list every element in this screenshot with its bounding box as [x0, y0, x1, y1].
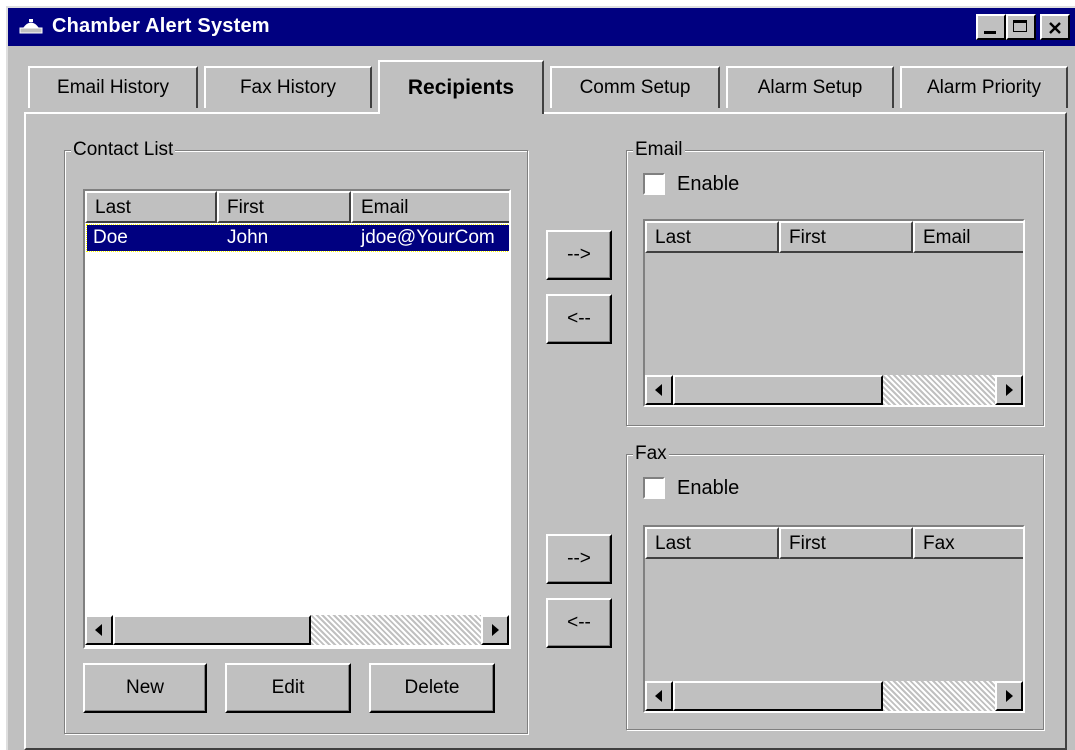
email-group: Email Enable Last First Email	[626, 139, 1044, 426]
tab-alarm-priority[interactable]: Alarm Priority	[900, 66, 1068, 108]
column-header-label: Last	[95, 197, 131, 218]
tab-comm-setup[interactable]: Comm Setup	[550, 66, 720, 108]
column-header-email[interactable]: Email	[913, 221, 1023, 253]
scroll-left-button[interactable]	[645, 681, 673, 711]
tab-fax-history[interactable]: Fax History	[204, 66, 372, 108]
column-header-label: First	[789, 533, 826, 554]
contact-list-legend: Contact List	[71, 139, 176, 161]
column-header-first[interactable]: First	[779, 221, 913, 253]
column-header-label: Last	[655, 533, 691, 554]
tab-label: Alarm Setup	[757, 77, 863, 98]
scroll-thumb[interactable]	[673, 681, 883, 711]
edit-button[interactable]: Edit	[225, 663, 351, 713]
button-label: <--	[567, 612, 591, 633]
column-header-first[interactable]: First	[779, 527, 913, 559]
tab-email-history[interactable]: Email History	[28, 66, 198, 108]
column-header-label: Last	[655, 227, 691, 248]
title-bar[interactable]: Chamber Alert System	[8, 8, 1075, 46]
email-enable-checkbox[interactable]	[643, 173, 665, 195]
column-header-label: Email	[923, 227, 971, 248]
close-icon	[1049, 22, 1061, 34]
email-legend: Email	[633, 139, 685, 161]
new-button[interactable]: New	[83, 663, 207, 713]
fax-group: Fax Enable Last First Fax	[626, 443, 1044, 730]
scroll-right-button[interactable]	[481, 615, 509, 645]
delete-button[interactable]: Delete	[369, 663, 495, 713]
fax-list-hscrollbar[interactable]	[645, 681, 1023, 711]
fax-enable-label[interactable]: Enable	[677, 476, 739, 500]
button-label: Edit	[271, 677, 305, 698]
arrow-right-icon	[1006, 690, 1013, 702]
column-header-label: Email	[361, 197, 409, 218]
column-header-label: First	[789, 227, 826, 248]
minimize-button[interactable]	[976, 14, 1006, 40]
button-label: -->	[567, 548, 591, 569]
scroll-thumb[interactable]	[673, 375, 883, 405]
column-header-last[interactable]: Last	[645, 527, 779, 559]
cell-last: Doe	[93, 227, 128, 248]
fax-legend: Fax	[633, 443, 669, 465]
email-enable-label[interactable]: Enable	[677, 172, 739, 196]
arrow-right-icon	[1006, 384, 1013, 396]
table-row[interactable]: Doe John jdoe@YourCom	[86, 224, 509, 252]
tab-recipients[interactable]: Recipients	[378, 60, 544, 114]
tab-label: Email History	[57, 77, 169, 98]
contact-list-view[interactable]: Last First Email Doe John jdoe@YourCom	[83, 189, 511, 649]
scroll-left-button[interactable]	[645, 375, 673, 405]
column-header-fax[interactable]: Fax	[913, 527, 1023, 559]
email-list-hscrollbar[interactable]	[645, 375, 1023, 405]
app-window: Chamber Alert System Email History Fax H…	[6, 6, 1075, 750]
arrow-left-icon	[655, 384, 662, 396]
cell-email: jdoe@YourCom	[361, 227, 495, 248]
scroll-thumb[interactable]	[113, 615, 311, 645]
arrow-right-icon	[492, 624, 499, 636]
fax-recipients-list[interactable]: Last First Fax	[643, 525, 1025, 713]
column-header-last[interactable]: Last	[645, 221, 779, 253]
tab-label: Comm Setup	[579, 77, 691, 98]
remove-from-fax-button[interactable]: <--	[546, 598, 612, 648]
window-title: Chamber Alert System	[52, 15, 270, 37]
arrow-left-icon	[655, 690, 662, 702]
tab-label: Fax History	[239, 77, 337, 98]
arrow-left-icon	[95, 624, 102, 636]
email-recipients-list[interactable]: Last First Email	[643, 219, 1025, 407]
contact-list-hscrollbar[interactable]	[85, 615, 509, 645]
bell-alarm-icon	[19, 19, 43, 34]
scroll-left-button[interactable]	[85, 615, 113, 645]
column-header-label: First	[227, 197, 264, 218]
button-label: Delete	[404, 677, 460, 698]
remove-from-email-button[interactable]: <--	[546, 294, 612, 344]
minimize-icon	[984, 31, 996, 34]
button-label: -->	[567, 244, 591, 265]
cell-first: John	[227, 227, 269, 248]
button-label: New	[125, 677, 164, 698]
button-label: <--	[567, 308, 591, 329]
maximize-button[interactable]	[1006, 14, 1036, 40]
scroll-right-button[interactable]	[995, 375, 1023, 405]
maximize-icon	[1013, 20, 1027, 32]
tab-alarm-setup[interactable]: Alarm Setup	[726, 66, 894, 108]
scroll-right-button[interactable]	[995, 681, 1023, 711]
contact-list-group: Contact List Last First Email Doe John j…	[64, 139, 528, 734]
column-header-email[interactable]: Email	[351, 191, 509, 223]
close-button[interactable]	[1040, 14, 1070, 40]
tab-label: Recipients	[407, 76, 515, 99]
column-header-first[interactable]: First	[217, 191, 351, 223]
fax-enable-checkbox[interactable]	[643, 477, 665, 499]
add-to-email-button[interactable]: -->	[546, 230, 612, 280]
column-header-last[interactable]: Last	[85, 191, 217, 223]
add-to-fax-button[interactable]: -->	[546, 534, 612, 584]
column-header-label: Fax	[923, 533, 955, 554]
tab-label: Alarm Priority	[926, 77, 1041, 98]
recipients-panel: Contact List Last First Email Doe John j…	[24, 112, 1067, 750]
